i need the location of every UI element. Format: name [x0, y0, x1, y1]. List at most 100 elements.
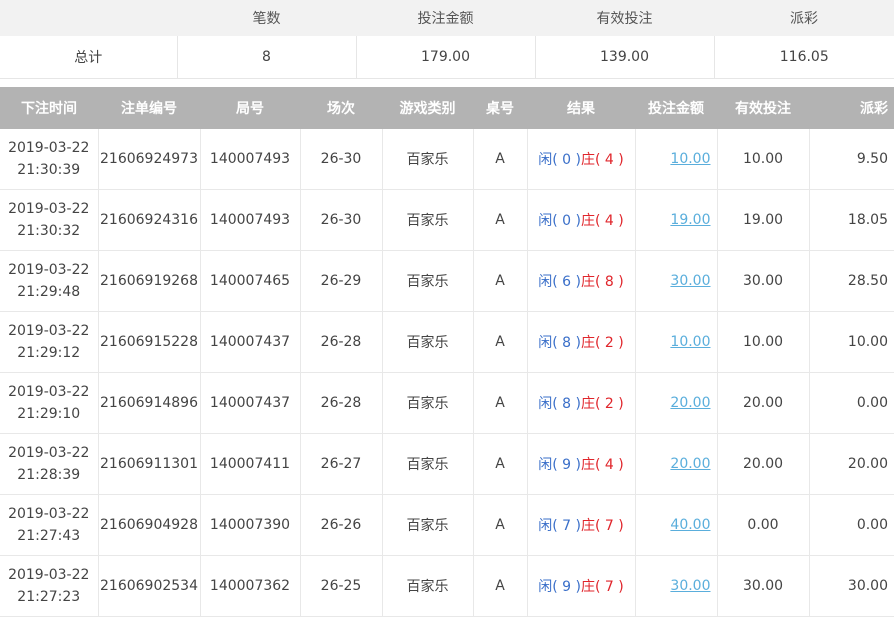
- bet-date: 2019-03-22: [8, 506, 90, 522]
- result-cell: 闲( 8 )庄( 2 ): [527, 311, 636, 373]
- bet-amount-link[interactable]: 19.00: [670, 212, 710, 228]
- table-no-cell: A: [473, 129, 528, 190]
- bet-id-cell: 21606902534: [98, 555, 201, 617]
- col-header-bet-id: 注单编号: [98, 87, 200, 129]
- bet-id-cell: 21606924316: [98, 189, 201, 251]
- valid-bet-cell: 10.00: [717, 129, 810, 190]
- session-cell: 26-26: [300, 494, 383, 556]
- player-score: ( 9 ): [552, 457, 581, 473]
- bet-id-cell: 21606919268: [98, 250, 201, 312]
- payout-cell: 28.50: [809, 250, 894, 312]
- bet-id-cell: 21606924973: [98, 129, 201, 190]
- session-cell: 26-25: [300, 555, 383, 617]
- table-header-row: 下注时间 注单编号 局号 场次 游戏类别 桌号 结果 投注金额 有效投注 派彩: [0, 87, 894, 129]
- col-header-table-no: 桌号: [473, 87, 527, 129]
- col-header-bet-time: 下注时间: [0, 87, 98, 129]
- col-header-bet-amount: 投注金额: [635, 87, 717, 129]
- round-cell: 140007437: [200, 372, 301, 434]
- summary-header-row: 笔数 投注金额 有效投注 派彩: [0, 0, 894, 36]
- player-score: ( 8 ): [552, 396, 581, 412]
- summary-header-bet-amount: 投注金额: [356, 0, 535, 36]
- valid-bet-cell: 20.00: [717, 372, 810, 434]
- table-no-cell: A: [473, 311, 528, 373]
- game-type-cell: 百家乐: [382, 555, 474, 617]
- game-type-cell: 百家乐: [382, 433, 474, 495]
- banker-label: 庄: [581, 579, 595, 595]
- summary-values-row: 总计 8 179.00 139.00 116.05: [0, 36, 894, 79]
- bet-amount-cell: 30.00: [635, 555, 718, 617]
- bet-time-cell: 2019-03-22 21:30:32: [0, 189, 99, 251]
- banker-label: 庄: [581, 457, 595, 473]
- bet-amount-link[interactable]: 40.00: [670, 517, 710, 533]
- spacer: [0, 79, 894, 87]
- bet-clock: 21:29:48: [17, 284, 81, 300]
- payout-cell: 0.00: [809, 372, 894, 434]
- player-score: ( 0 ): [552, 152, 581, 168]
- player-label: 闲: [538, 396, 553, 412]
- bet-amount-cell: 40.00: [635, 494, 718, 556]
- table-row: 2019-03-22 21:30:32 21606924316 14000749…: [0, 189, 894, 251]
- game-type-cell: 百家乐: [382, 129, 474, 190]
- valid-bet-cell: 30.00: [717, 555, 810, 617]
- valid-bet-cell: 0.00: [717, 494, 810, 556]
- bet-time-cell: 2019-03-22 21:29:12: [0, 311, 99, 373]
- table-no-cell: A: [473, 433, 528, 495]
- banker-score: ( 4 ): [595, 457, 624, 473]
- session-cell: 26-28: [300, 311, 383, 373]
- table-no-cell: A: [473, 555, 528, 617]
- payout-cell: 9.50: [809, 129, 894, 190]
- valid-bet-cell: 19.00: [717, 189, 810, 251]
- bet-records-table: 下注时间 注单编号 局号 场次 游戏类别 桌号 结果 投注金额 有效投注 派彩 …: [0, 87, 894, 617]
- bet-amount-cell: 19.00: [635, 189, 718, 251]
- bet-id-cell: 21606911301: [98, 433, 201, 495]
- bet-time-cell: 2019-03-22 21:29:10: [0, 372, 99, 434]
- bet-id-cell: 21606915228: [98, 311, 201, 373]
- bet-amount-link[interactable]: 30.00: [670, 273, 710, 289]
- bet-time-cell: 2019-03-22 21:30:39: [0, 129, 99, 190]
- payout-cell: 20.00: [809, 433, 894, 495]
- bet-amount-cell: 10.00: [635, 129, 718, 190]
- table-no-cell: A: [473, 494, 528, 556]
- round-cell: 140007493: [200, 189, 301, 251]
- bet-amount-link[interactable]: 10.00: [670, 334, 710, 350]
- game-type-cell: 百家乐: [382, 372, 474, 434]
- valid-bet-cell: 20.00: [717, 433, 810, 495]
- banker-score: ( 2 ): [595, 396, 624, 412]
- player-label: 闲: [538, 518, 553, 534]
- bet-amount-link[interactable]: 30.00: [670, 578, 710, 594]
- table-no-cell: A: [473, 372, 528, 434]
- bet-amount-link[interactable]: 20.00: [670, 456, 710, 472]
- bet-clock: 21:30:39: [17, 162, 81, 178]
- session-cell: 26-27: [300, 433, 383, 495]
- summary-total-label: 总计: [0, 36, 178, 79]
- summary-header-valid-bet: 有效投注: [535, 0, 714, 36]
- bet-date: 2019-03-22: [8, 140, 90, 156]
- result-cell: 闲( 9 )庄( 4 ): [527, 433, 636, 495]
- bet-amount-link[interactable]: 10.00: [670, 151, 710, 167]
- game-type-cell: 百家乐: [382, 494, 474, 556]
- banker-label: 庄: [581, 396, 595, 412]
- summary-bet-amount: 179.00: [356, 36, 536, 79]
- round-cell: 140007411: [200, 433, 301, 495]
- table-row: 2019-03-22 21:30:39 21606924973 14000749…: [0, 129, 894, 190]
- result-cell: 闲( 8 )庄( 2 ): [527, 372, 636, 434]
- summary-payout: 116.05: [714, 36, 894, 79]
- player-label: 闲: [538, 579, 553, 595]
- bet-clock: 21:27:23: [17, 589, 81, 605]
- banker-label: 庄: [581, 335, 595, 351]
- round-cell: 140007362: [200, 555, 301, 617]
- summary-header-count: 笔数: [177, 0, 356, 36]
- player-score: ( 9 ): [552, 579, 581, 595]
- bet-clock: 21:29:12: [17, 345, 81, 361]
- bet-amount-link[interactable]: 20.00: [670, 395, 710, 411]
- bet-clock: 21:30:32: [17, 223, 81, 239]
- banker-score: ( 7 ): [595, 518, 624, 534]
- payout-cell: 30.00: [809, 555, 894, 617]
- col-header-result: 结果: [527, 87, 635, 129]
- summary-count: 8: [177, 36, 357, 79]
- table-body: 2019-03-22 21:30:39 21606924973 14000749…: [0, 129, 894, 617]
- game-type-cell: 百家乐: [382, 189, 474, 251]
- table-row: 2019-03-22 21:29:48 21606919268 14000746…: [0, 250, 894, 312]
- bet-amount-cell: 30.00: [635, 250, 718, 312]
- payout-cell: 0.00: [809, 494, 894, 556]
